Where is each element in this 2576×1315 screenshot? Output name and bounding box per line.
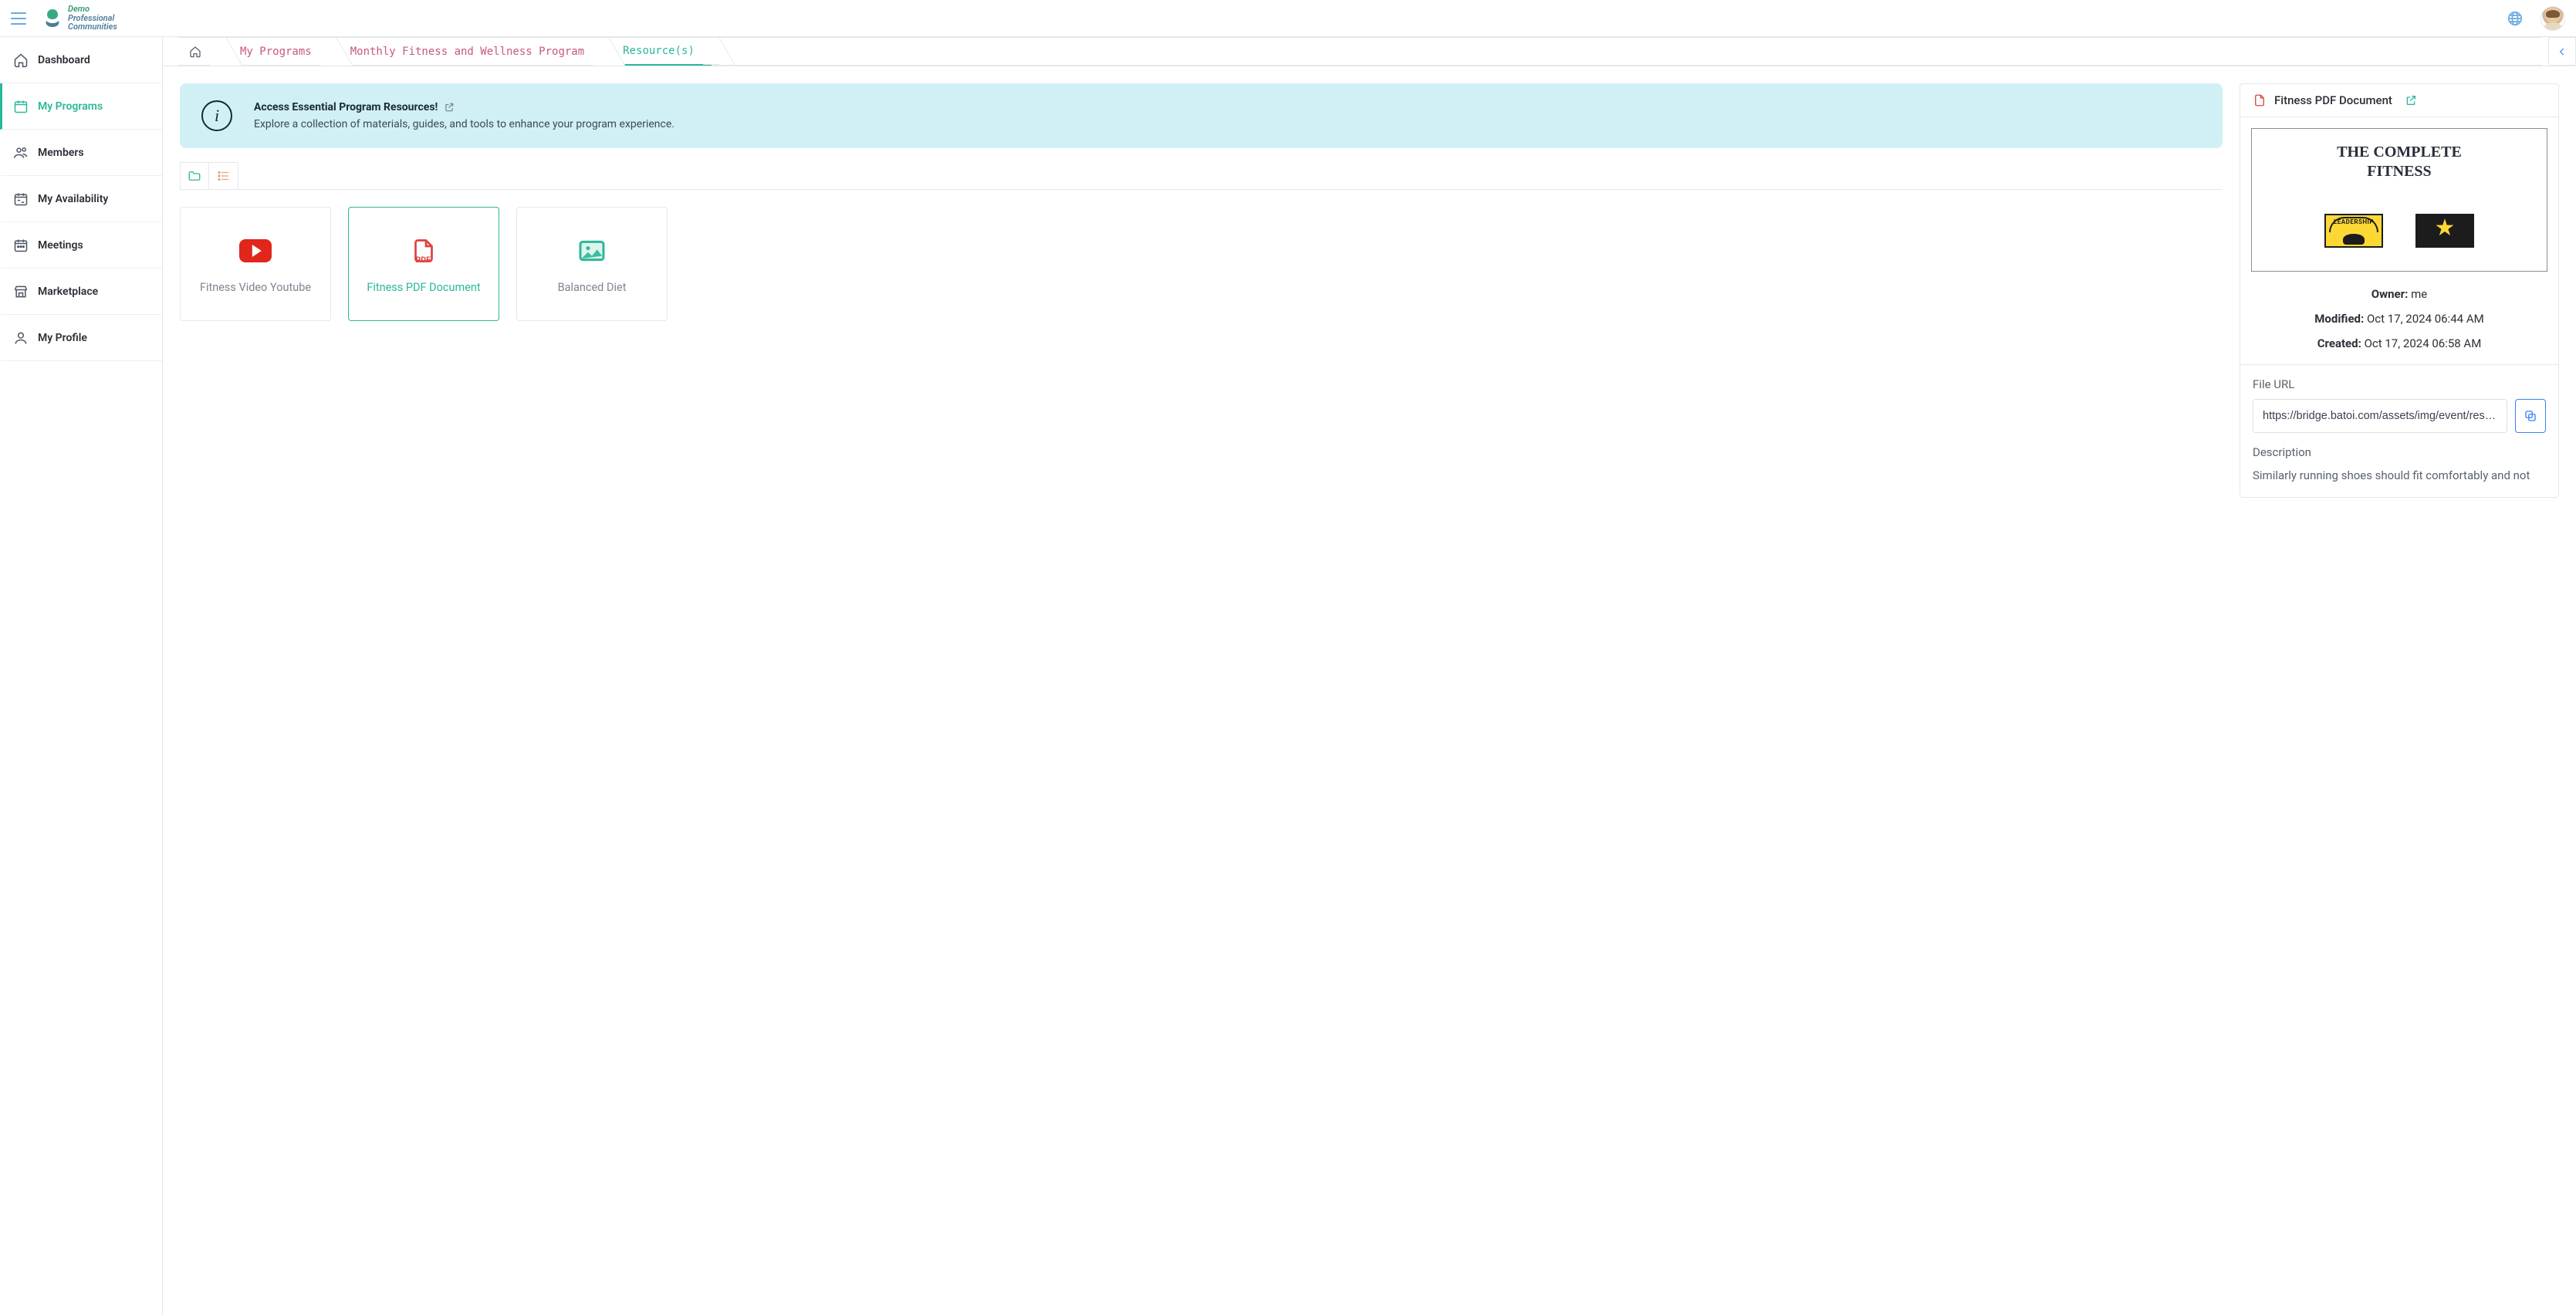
- youtube-icon: [239, 235, 272, 267]
- sidebar-item-label: Marketplace: [38, 286, 98, 298]
- banner-title: Access Essential Program Resources!: [254, 101, 674, 113]
- created-value: Oct 17, 2024 06:58 AM: [2365, 336, 2482, 350]
- owner-label: Owner:: [2371, 287, 2409, 301]
- users-icon: [13, 145, 29, 161]
- sidebar-item-my-programs[interactable]: My Programs: [0, 83, 162, 130]
- sidebar-item-members[interactable]: Members: [0, 130, 162, 176]
- sidebar-item-label: Dashboard: [38, 54, 90, 66]
- home-icon: [189, 46, 201, 58]
- home-icon: [13, 52, 29, 68]
- info-banner: i Access Essential Program Resources! Ex…: [180, 83, 2223, 148]
- leadership-badge: LEADERSHIP: [2324, 214, 2383, 248]
- app-logo[interactable]: Demo Professional Communities: [42, 5, 117, 32]
- breadcrumb-program-name[interactable]: Monthly Fitness and Wellness Program: [329, 37, 601, 66]
- menu-toggle-button[interactable]: [11, 12, 26, 25]
- breadcrumb-home[interactable]: [178, 37, 218, 66]
- info-icon: i: [201, 100, 232, 131]
- resource-card-pdf[interactable]: PDF Fitness PDF Document: [348, 207, 499, 321]
- breadcrumb: My Programs Monthly Fitness and Wellness…: [163, 37, 2576, 66]
- pdf-icon: [2253, 93, 2267, 107]
- user-icon: [13, 330, 29, 346]
- preview-title-line1: THE COMPLETE: [2337, 143, 2462, 162]
- svg-text:PDF: PDF: [416, 255, 431, 265]
- modified-value: Oct 17, 2024 06:44 AM: [2367, 312, 2484, 326]
- logo-text: Demo Professional Communities: [68, 5, 117, 32]
- description-text: Similarly running shoes should fit comfo…: [2253, 467, 2546, 485]
- resource-detail-panel: Fitness PDF Document THE COMPLETE FITNES…: [2240, 83, 2559, 498]
- calendar-icon: [13, 99, 29, 114]
- file-url-label: File URL: [2253, 377, 2546, 391]
- user-avatar[interactable]: [2541, 6, 2565, 31]
- folder-icon: [188, 169, 201, 183]
- document-preview: THE COMPLETE FITNESS LEADERSHIP: [2251, 128, 2547, 272]
- external-link-icon[interactable]: [444, 102, 455, 113]
- copy-icon: [2524, 409, 2537, 423]
- language-button[interactable]: [2507, 10, 2524, 27]
- file-url-input[interactable]: [2253, 399, 2507, 433]
- chevron-left-icon: [2557, 46, 2568, 57]
- logo-icon: [42, 7, 63, 29]
- view-toggle: [180, 162, 2223, 190]
- grid-view-button[interactable]: [180, 162, 209, 190]
- collapse-panel-button[interactable]: [2548, 37, 2576, 66]
- sidebar: Dashboard My Programs Members My Availab…: [0, 37, 163, 1315]
- calendar-range-icon: [13, 191, 29, 207]
- resource-card-label: Fitness Video Youtube: [200, 281, 311, 294]
- sidebar-item-marketplace[interactable]: Marketplace: [0, 269, 162, 315]
- created-label: Created:: [2317, 336, 2361, 350]
- modified-label: Modified:: [2314, 312, 2364, 326]
- sidebar-item-label: My Availability: [38, 193, 108, 205]
- resource-cards: Fitness Video Youtube PDF Fitness PDF Do…: [180, 207, 2223, 321]
- preview-title-line2: FITNESS: [2337, 162, 2462, 181]
- sidebar-item-meetings[interactable]: Meetings: [0, 222, 162, 269]
- sidebar-item-label: Members: [38, 147, 84, 159]
- detail-header: Fitness PDF Document: [2240, 84, 2558, 117]
- sidebar-item-label: Meetings: [38, 239, 83, 252]
- star-badge: [2415, 214, 2474, 248]
- sidebar-item-dashboard[interactable]: Dashboard: [0, 37, 162, 83]
- image-icon: [576, 235, 608, 267]
- sidebar-item-my-availability[interactable]: My Availability: [0, 176, 162, 222]
- banner-description: Explore a collection of materials, guide…: [254, 118, 674, 130]
- resource-card-label: Fitness PDF Document: [367, 281, 480, 294]
- copy-url-button[interactable]: [2515, 399, 2546, 433]
- external-link-icon: [2405, 94, 2417, 106]
- store-icon: [13, 284, 29, 299]
- detail-title: Fitness PDF Document: [2274, 93, 2392, 107]
- description-label: Description: [2253, 445, 2546, 459]
- sidebar-item-label: My Programs: [38, 100, 103, 113]
- list-view-button[interactable]: [209, 162, 238, 190]
- resource-card-label: Balanced Diet: [558, 281, 627, 294]
- detail-meta: Owner: me Modified: Oct 17, 2024 06:44 A…: [2240, 272, 2558, 365]
- calendar-days-icon: [13, 238, 29, 253]
- open-external-button[interactable]: [2405, 94, 2417, 106]
- owner-value: me: [2411, 287, 2427, 301]
- list-icon: [217, 169, 231, 183]
- sidebar-item-label: My Profile: [38, 332, 87, 344]
- pdf-icon: PDF: [407, 235, 440, 267]
- resource-card-youtube[interactable]: Fitness Video Youtube: [180, 207, 331, 321]
- resource-card-image[interactable]: Balanced Diet: [516, 207, 668, 321]
- sidebar-item-my-profile[interactable]: My Profile: [0, 315, 162, 361]
